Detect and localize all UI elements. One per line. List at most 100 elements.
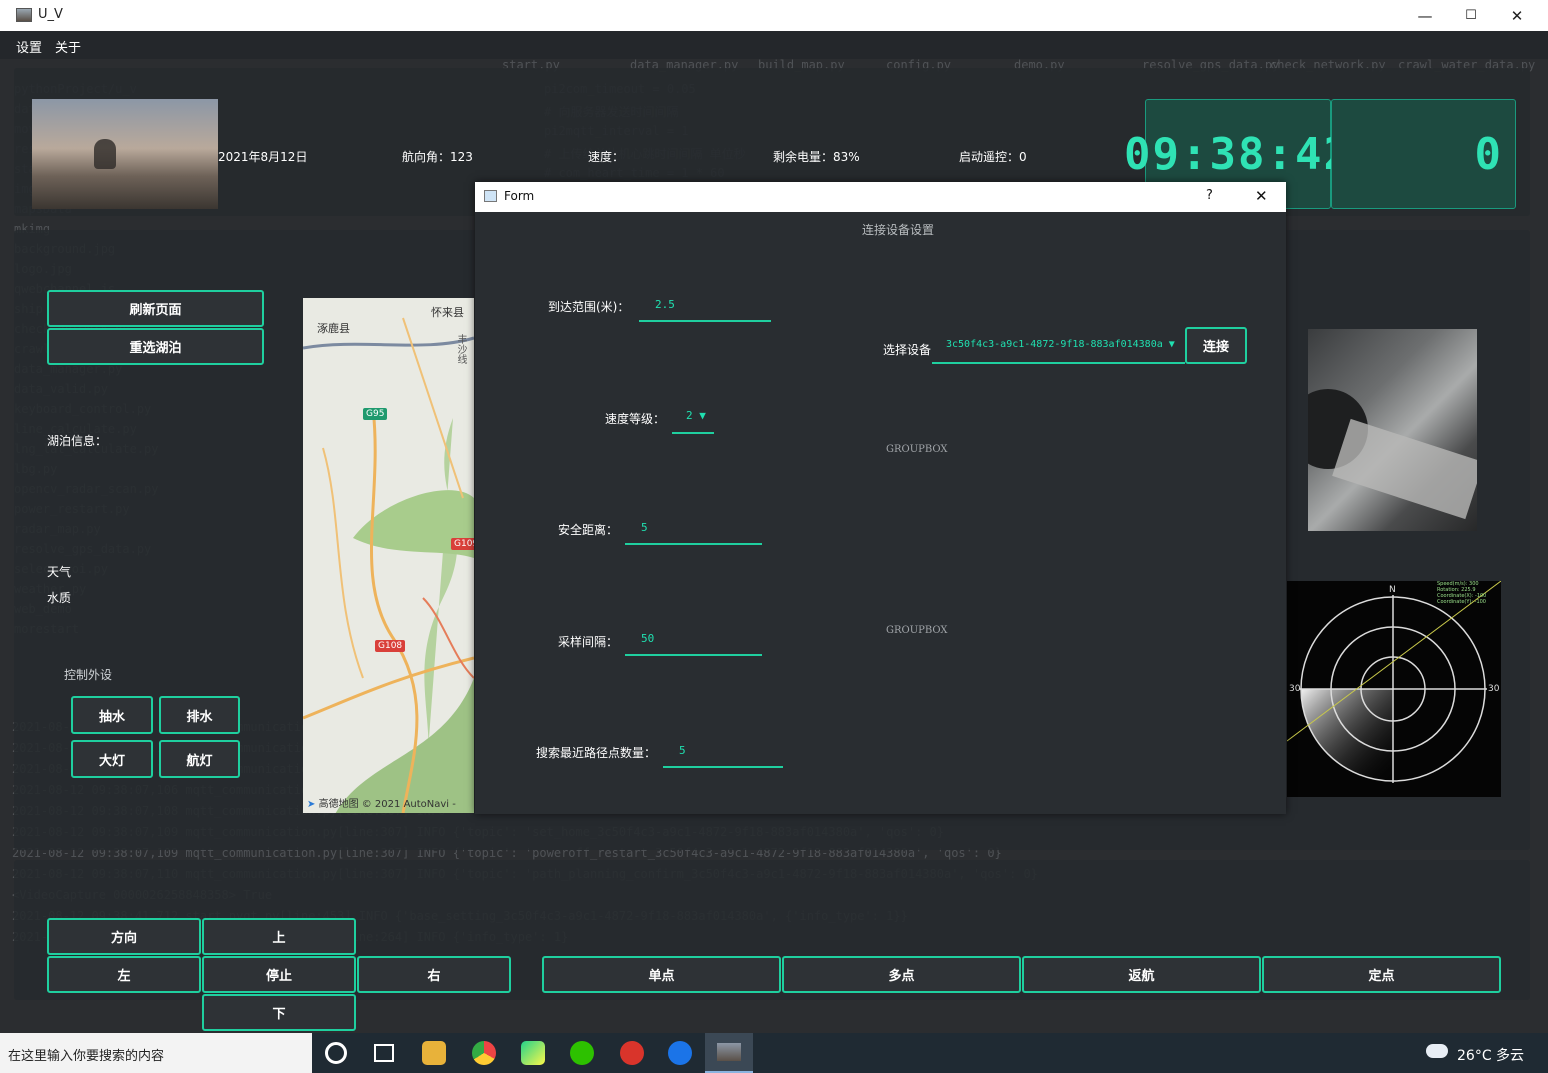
radar-view: N 30 30 Speed(m/s): 300 Rotation: 225.9 … bbox=[1286, 580, 1502, 797]
radar-readout: Speed(m/s): 300 Rotation: 225.9 Coordina… bbox=[1437, 581, 1486, 605]
dialog-title-bar: Form ? ✕ bbox=[475, 182, 1286, 212]
menu-settings[interactable]: 设置 bbox=[16, 37, 42, 56]
remote-label: 启动遥控：0 bbox=[959, 150, 1027, 164]
device-select-value: 3c50f4c3-a9c1-4872-9f18-883af014380a bbox=[946, 339, 1163, 350]
dialog-title: Form bbox=[504, 189, 535, 203]
heading-label: 航向角：123 bbox=[402, 150, 473, 164]
connection-settings-dialog: Form ? ✕ 连接设备设置 到达范围(米)： 2.5 速度等级： 2 ▼ 安… bbox=[475, 182, 1286, 814]
sample-interval-label: 采样间隔： bbox=[558, 635, 619, 649]
date-label: 2021年8月12日 bbox=[218, 150, 308, 164]
connect-button[interactable]: 连接 bbox=[1185, 327, 1247, 364]
cortana-icon[interactable] bbox=[325, 1042, 347, 1064]
active-window-task[interactable] bbox=[705, 1033, 753, 1073]
window-title: U_V bbox=[38, 7, 63, 22]
menu-about[interactable]: 关于 bbox=[55, 37, 81, 56]
window-title-bar: U_V — ☐ ✕ bbox=[0, 0, 1548, 31]
radar-right-mark: 30 bbox=[1488, 684, 1500, 694]
app-icon-red[interactable] bbox=[620, 1041, 644, 1065]
camera-surface bbox=[1332, 418, 1477, 520]
map-road-badge: G109 bbox=[451, 538, 474, 550]
map-rail-label: 丰沙线 bbox=[455, 334, 466, 364]
arrival-range-input[interactable]: 2.5 bbox=[655, 298, 675, 311]
down-button[interactable]: 下 bbox=[202, 994, 356, 1031]
sample-interval-input[interactable]: 50 bbox=[641, 632, 654, 645]
pump-in-button[interactable]: 抽水 bbox=[71, 696, 153, 734]
help-button[interactable]: ? bbox=[1206, 188, 1213, 203]
right-button[interactable]: 右 bbox=[357, 956, 511, 993]
speed-level-select[interactable]: 2 ▼ bbox=[686, 409, 706, 422]
up-button[interactable]: 上 bbox=[202, 918, 356, 955]
app-icon-blue[interactable] bbox=[668, 1041, 692, 1065]
map-road-badge: G95 bbox=[363, 408, 388, 420]
minimize-button[interactable]: — bbox=[1402, 0, 1448, 31]
lake-info-label: 湖泊信息： bbox=[47, 434, 108, 448]
left-button[interactable]: 左 bbox=[47, 956, 201, 993]
multi-point-button[interactable]: 多点 bbox=[782, 956, 1021, 993]
single-point-button[interactable]: 单点 bbox=[542, 956, 781, 993]
safety-distance-label: 安全距离： bbox=[558, 523, 619, 537]
chrome-icon[interactable] bbox=[472, 1041, 496, 1065]
file-explorer-icon[interactable] bbox=[422, 1041, 446, 1065]
task-view-icon[interactable] bbox=[374, 1044, 394, 1062]
headlight-button[interactable]: 大灯 bbox=[71, 740, 153, 778]
map-credit: ➤ 高德地图 © 2021 AutoNavi - bbox=[307, 795, 456, 810]
wechat-icon[interactable] bbox=[570, 1041, 594, 1065]
reselect-lake-button[interactable]: 重选湖泊 bbox=[47, 328, 264, 365]
direction-button[interactable]: 方向 bbox=[47, 918, 201, 955]
device-select-label: 选择设备 bbox=[883, 343, 932, 357]
camera-feed bbox=[1308, 329, 1477, 531]
return-home-button[interactable]: 返航 bbox=[1022, 956, 1261, 993]
pump-out-button[interactable]: 排水 bbox=[159, 696, 240, 734]
speed-level-underline bbox=[672, 432, 714, 434]
radar-left-mark: 30 bbox=[1289, 684, 1301, 694]
app-icon bbox=[16, 8, 32, 22]
counter-display: 0 bbox=[1331, 99, 1516, 209]
water-quality-label: 水质 bbox=[47, 591, 72, 605]
peripherals-title: 控制外设 bbox=[64, 668, 113, 682]
device-select[interactable]: 3c50f4c3-a9c1-4872-9f18-883af014380a ▼ bbox=[946, 339, 1175, 350]
map-place-label: 涿鹿县 bbox=[317, 322, 350, 335]
groupbox-label: GROUPBOX bbox=[886, 625, 948, 636]
pycharm-icon[interactable] bbox=[521, 1041, 545, 1065]
dialog-close-button[interactable]: ✕ bbox=[1255, 187, 1268, 205]
weather-cloud-icon bbox=[1426, 1044, 1448, 1058]
map-logo-icon: ➤ bbox=[307, 799, 316, 810]
arrival-range-underline bbox=[639, 320, 771, 322]
uv-app-icon bbox=[717, 1043, 741, 1061]
navlight-button[interactable]: 航灯 bbox=[159, 740, 240, 778]
dialog-heading: 连接设备设置 bbox=[862, 223, 935, 237]
dropdown-arrow-icon: ▼ bbox=[699, 409, 706, 422]
arrival-range-label: 到达范围(米)： bbox=[548, 300, 630, 314]
weather-label: 天气 bbox=[47, 565, 72, 579]
menu-bar: 设置 关于 bbox=[0, 31, 1548, 59]
stop-button[interactable]: 停止 bbox=[202, 956, 356, 993]
map-view[interactable]: 涿鹿县 怀来县 丰沙线 G95 G109 G108 ➤ 高德地图 © 2021 … bbox=[303, 298, 474, 813]
close-button[interactable]: ✕ bbox=[1494, 0, 1540, 31]
sample-interval-underline bbox=[625, 654, 762, 656]
map-road-badge: G108 bbox=[375, 640, 406, 652]
maximize-button[interactable]: ☐ bbox=[1448, 0, 1494, 31]
nearest-points-underline bbox=[663, 766, 783, 768]
dropdown-arrow-icon: ▼ bbox=[1168, 339, 1175, 350]
device-select-underline bbox=[932, 362, 1185, 364]
taskbar: 在这里输入你要搜索的内容 26°C 多云 bbox=[0, 1033, 1548, 1073]
groupbox-label: GROUPBOX bbox=[886, 444, 948, 455]
nearest-points-label: 搜索最近路径点数量： bbox=[536, 746, 657, 760]
refresh-page-button[interactable]: 刷新页面 bbox=[47, 290, 264, 327]
nearest-points-input[interactable]: 5 bbox=[679, 744, 686, 757]
battery-label: 剩余电量：83% bbox=[773, 150, 860, 164]
map-credit-text: 高德地图 © 2021 AutoNavi - bbox=[318, 799, 456, 810]
safety-distance-input[interactable]: 5 bbox=[641, 521, 648, 534]
radar-graphic bbox=[1286, 580, 1502, 783]
speed-label: 速度： bbox=[588, 150, 625, 164]
person-silhouette bbox=[94, 139, 116, 169]
taskbar-weather[interactable]: 26°C 多云 bbox=[1457, 1045, 1524, 1065]
safety-distance-underline bbox=[625, 543, 762, 545]
fixed-point-button[interactable]: 定点 bbox=[1262, 956, 1501, 993]
map-roads bbox=[303, 317, 474, 813]
form-icon bbox=[484, 190, 497, 202]
radar-north: N bbox=[1389, 585, 1396, 595]
taskbar-search[interactable]: 在这里输入你要搜索的内容 bbox=[0, 1033, 312, 1073]
speed-level-value: 2 bbox=[686, 409, 693, 422]
speed-level-label: 速度等级： bbox=[605, 412, 666, 426]
